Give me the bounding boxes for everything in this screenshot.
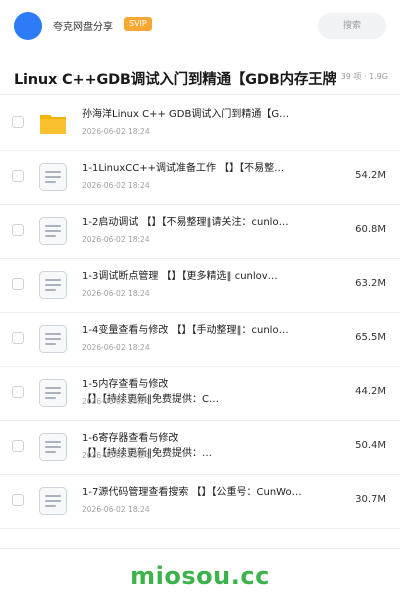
row-checkbox[interactable] — [12, 116, 24, 128]
file-date: 2026-06-02 18:24 — [82, 289, 150, 298]
file-name[interactable]: 孙海洋Linux C++ GDB调试入门到精通【G… — [82, 107, 318, 122]
document-icon — [37, 215, 69, 247]
file-name-line: 1-7源代码管理查看搜索 【】【公重号：CunWo… — [82, 487, 302, 498]
document-icon — [37, 431, 69, 463]
file-name[interactable]: 1-4变量查看与修改 【】【手动整理‖：cunlo… — [82, 323, 318, 338]
file-size: 54.2M — [355, 170, 386, 181]
file-row[interactable]: 孙海洋Linux C++ GDB调试入门到精通【G… 2026-06-02 18:… — [0, 96, 400, 151]
document-icon — [37, 269, 69, 301]
row-checkbox[interactable] — [12, 332, 24, 344]
file-name-line: 1-3调试断点管理 【】【更多精选‖ cunlov… — [82, 271, 278, 282]
file-name-line: 孙海洋Linux C++ GDB调试入门到精通【G… — [82, 109, 290, 120]
file-date: 2026-06-02 18:24 — [82, 397, 150, 406]
file-date: 2026-06-02 18:24 — [82, 451, 150, 460]
top-bar: 夸克网盘分享 SVIP 搜索 — [0, 0, 400, 52]
document-icon — [37, 323, 69, 355]
file-date: 2026-06-02 18:24 — [82, 181, 150, 190]
file-row[interactable]: 1-2启动调试 【】【不易整理‖请关注：cunlo… 2026-06-02 18:… — [0, 204, 400, 259]
file-name-line: 1-2启动调试 【】【不易整理‖请关注：cunlo… — [82, 217, 289, 228]
file-size: 50.4M — [355, 440, 386, 451]
file-size: 65.5M — [355, 332, 386, 343]
file-row[interactable]: 1-1LinuxCC++调试准备工作 【】【不易整… 2026-06-02 18:… — [0, 150, 400, 205]
row-checkbox[interactable] — [12, 170, 24, 182]
svip-badge: SVIP — [124, 17, 152, 31]
file-size: 44.2M — [355, 386, 386, 397]
divider — [0, 548, 400, 549]
title-bar: Linux C++GDB调试入门到精通【GDB内存王牌】 39 项 · 1.9G — [0, 60, 400, 95]
document-icon — [37, 161, 69, 193]
row-checkbox[interactable] — [12, 494, 24, 506]
file-row[interactable]: 1-7源代码管理查看搜索 【】【公重号：CunWo… 2026-06-02 18:… — [0, 474, 400, 529]
row-checkbox[interactable] — [12, 440, 24, 452]
page-title: Linux C++GDB调试入门到精通【GDB内存王牌】 — [14, 72, 336, 88]
file-date: 2026-06-02 18:24 — [82, 235, 150, 244]
folder-icon — [37, 107, 69, 139]
row-checkbox[interactable] — [12, 278, 24, 290]
file-name-line: 1-5内存查看与修改 — [82, 379, 169, 390]
file-name-line: 1-6寄存器查看与修改 — [82, 433, 179, 444]
file-name[interactable]: 1-2启动调试 【】【不易整理‖请关注：cunlo… — [82, 215, 318, 230]
row-checkbox[interactable] — [12, 224, 24, 236]
file-date: 2026-06-02 18:24 — [82, 127, 150, 136]
row-checkbox[interactable] — [12, 386, 24, 398]
file-name[interactable]: 1-7源代码管理查看搜索 【】【公重号：CunWo… — [82, 485, 318, 500]
file-row[interactable]: 1-4变量查看与修改 【】【手动整理‖：cunlo… 2026-06-02 18:… — [0, 312, 400, 367]
search-input[interactable]: 搜索 — [318, 13, 386, 39]
file-row[interactable]: 1-3调试断点管理 【】【更多精选‖ cunlov… 2026-06-02 18:… — [0, 258, 400, 313]
file-size: 30.7M — [355, 494, 386, 505]
folder-stats: 39 项 · 1.9G — [340, 72, 388, 81]
file-size: 60.8M — [355, 224, 386, 235]
file-name-line: 1-4变量查看与修改 【】【手动整理‖：cunlo… — [82, 325, 289, 336]
file-name-line: 1-1LinuxCC++调试准备工作 【】【不易整… — [82, 163, 285, 174]
username: 夸克网盘分享 — [53, 22, 113, 33]
watermark: miosou.cc — [130, 562, 270, 590]
file-size: 63.2M — [355, 278, 386, 289]
file-row[interactable]: 1-6寄存器查看与修改 【】【持续更新‖免费提供：… 2026-06-02 18:2… — [0, 420, 400, 475]
file-date: 2026-06-02 18:24 — [82, 343, 150, 352]
document-icon — [37, 485, 69, 517]
avatar[interactable] — [14, 12, 42, 40]
document-icon — [37, 377, 69, 409]
file-name[interactable]: 1-3调试断点管理 【】【更多精选‖ cunlov… — [82, 269, 318, 284]
file-date: 2026-06-02 18:24 — [82, 505, 150, 514]
file-name[interactable]: 1-1LinuxCC++调试准备工作 【】【不易整… — [82, 161, 318, 176]
file-row[interactable]: 1-5内存查看与修改 【】【持续更新‖免费提供：C… 2026-06-02 18:2… — [0, 366, 400, 421]
